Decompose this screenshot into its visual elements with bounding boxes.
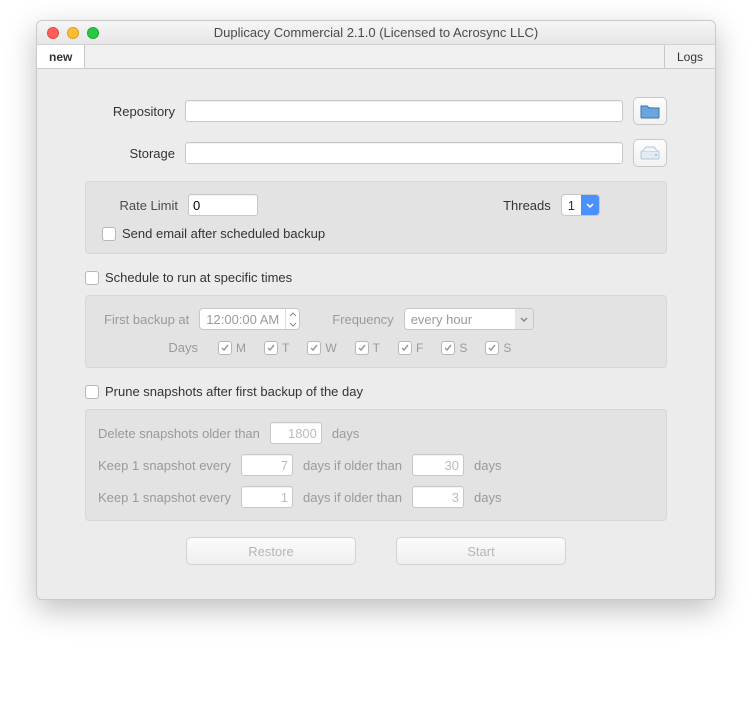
schedule-enable-label: Schedule to run at specific times (105, 270, 292, 285)
frequency-label: Frequency (332, 312, 393, 327)
drive-icon (640, 146, 660, 160)
day-label: F (416, 341, 423, 355)
day-checkbox-thu[interactable] (355, 341, 369, 355)
close-icon[interactable] (47, 27, 59, 39)
storage-input[interactable] (185, 142, 623, 164)
threads-value: 1 (562, 198, 581, 213)
day-label: M (236, 341, 246, 355)
frequency-select[interactable]: every hour (404, 308, 534, 330)
send-email-label: Send email after scheduled backup (122, 226, 325, 241)
day-checkbox-fri[interactable] (398, 341, 412, 355)
window-controls (37, 27, 99, 39)
keep2-label-mid: days if older than (303, 490, 402, 505)
prune-enable-checkbox[interactable] (85, 385, 99, 399)
prune-panel: Delete snapshots older than days Keep 1 … (85, 409, 667, 521)
delete-older-unit: days (332, 426, 359, 441)
day-label: S (459, 341, 467, 355)
keep1-label-pre: Keep 1 snapshot every (98, 458, 231, 473)
storage-label: Storage (85, 146, 175, 161)
keep2-label-pre: Keep 1 snapshot every (98, 490, 231, 505)
rate-limit-label: Rate Limit (98, 198, 178, 213)
keep1-label-mid: days if older than (303, 458, 402, 473)
keep2-label-post: days (474, 490, 501, 505)
day-checkbox-sun[interactable] (485, 341, 499, 355)
main-content: Repository Storage Rate Limit T (37, 69, 715, 599)
keep1-older-input[interactable] (412, 454, 464, 476)
first-backup-time[interactable]: 12:00:00 AM (199, 308, 300, 330)
days-label: Days (98, 340, 198, 355)
threads-label: Threads (503, 198, 551, 213)
minimize-icon[interactable] (67, 27, 79, 39)
day-checkbox-mon[interactable] (218, 341, 232, 355)
chevron-down-icon (515, 309, 533, 329)
zoom-icon[interactable] (87, 27, 99, 39)
repository-label: Repository (85, 104, 175, 119)
days-set: M T W T F S S (218, 341, 511, 355)
day-label: T (373, 341, 380, 355)
delete-older-label: Delete snapshots older than (98, 426, 260, 441)
schedule-panel: First backup at 12:00:00 AM Frequency ev… (85, 295, 667, 368)
options-panel: Rate Limit Threads 1 Send email after sc… (85, 181, 667, 254)
keep2-older-input[interactable] (412, 486, 464, 508)
chevron-down-icon (581, 195, 599, 215)
tab-bar: new Logs (37, 45, 715, 69)
restore-button[interactable]: Restore (186, 537, 356, 565)
stepper-down-icon[interactable] (286, 319, 299, 329)
tab-new[interactable]: new (37, 45, 85, 68)
keep1-interval-input[interactable] (241, 454, 293, 476)
prune-enable-label: Prune snapshots after first backup of th… (105, 384, 363, 399)
day-label: S (503, 341, 511, 355)
keep1-label-post: days (474, 458, 501, 473)
frequency-value: every hour (405, 312, 515, 327)
day-checkbox-wed[interactable] (307, 341, 321, 355)
day-checkbox-tue[interactable] (264, 341, 278, 355)
folder-icon (640, 103, 660, 119)
stepper-up-icon[interactable] (286, 309, 299, 319)
titlebar: Duplicacy Commercial 2.1.0 (Licensed to … (37, 21, 715, 45)
keep2-interval-input[interactable] (241, 486, 293, 508)
schedule-enable-checkbox[interactable] (85, 271, 99, 285)
day-label: T (282, 341, 289, 355)
day-checkbox-sat[interactable] (441, 341, 455, 355)
threads-select[interactable]: 1 (561, 194, 600, 216)
first-backup-label: First backup at (104, 312, 189, 327)
day-label: W (325, 341, 336, 355)
send-email-checkbox[interactable] (102, 227, 116, 241)
delete-older-input[interactable] (270, 422, 322, 444)
repository-browse-button[interactable] (633, 97, 667, 125)
rate-limit-input[interactable] (188, 194, 258, 216)
app-window: Duplicacy Commercial 2.1.0 (Licensed to … (36, 20, 716, 600)
repository-input[interactable] (185, 100, 623, 122)
first-backup-value: 12:00:00 AM (200, 312, 285, 327)
storage-browse-button[interactable] (633, 139, 667, 167)
window-title: Duplicacy Commercial 2.1.0 (Licensed to … (37, 25, 715, 40)
tab-logs[interactable]: Logs (664, 45, 715, 68)
start-button[interactable]: Start (396, 537, 566, 565)
